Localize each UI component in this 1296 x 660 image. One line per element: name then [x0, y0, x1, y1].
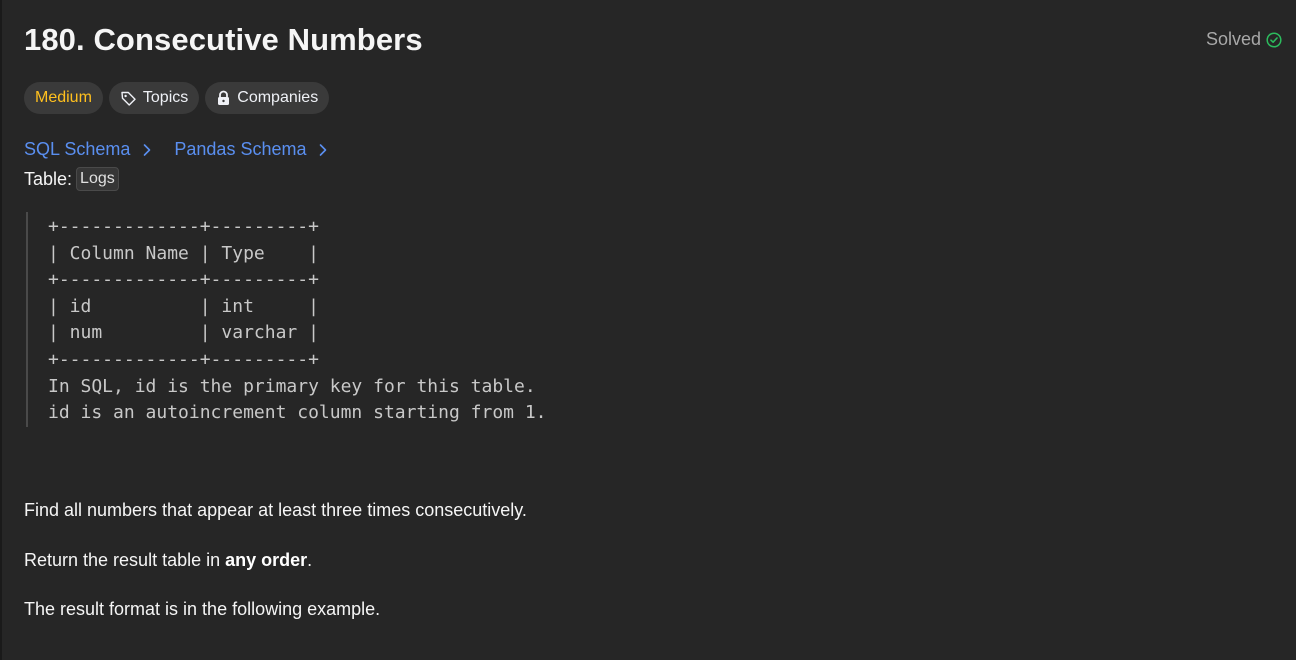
chevron-right-icon [318, 143, 328, 157]
solved-status: Solved [1206, 29, 1282, 50]
table-label: Table: [24, 168, 73, 189]
check-circle-icon [1266, 31, 1282, 48]
table-name-line: Table: Logs [24, 167, 119, 191]
difficulty-badge[interactable]: Medium [24, 82, 103, 114]
difficulty-label: Medium [35, 89, 92, 106]
text-span: . [307, 550, 313, 570]
companies-label: Companies [237, 89, 319, 106]
schema-links: SQL Schema Pandas Schema [24, 139, 328, 160]
pandas-schema-label: Pandas Schema [174, 139, 307, 159]
table-name-code: Logs [76, 167, 119, 191]
topics-label: Topics [142, 89, 189, 106]
description-paragraph: Return the result table in any order. [24, 550, 312, 571]
schema-code-block: +-------------+---------+ | Column Name … [26, 212, 626, 427]
lock-icon [216, 90, 231, 106]
problem-title[interactable]: 180. Consecutive Numbers [24, 22, 423, 58]
solved-label: Solved [1205, 29, 1261, 49]
tag-row: Medium Topics Companies [24, 82, 330, 114]
chevron-right-icon [142, 143, 152, 157]
tag-icon [120, 90, 137, 107]
problem-description-panel: 180. Consecutive Numbers Solved Medium T… [0, 0, 1296, 660]
bold-text: any order [225, 550, 308, 570]
topics-button[interactable]: Topics [108, 82, 200, 114]
text-span: Return the result table in [24, 550, 226, 570]
schema-code-text: +-------------+---------+ | Column Name … [48, 216, 547, 424]
sql-schema-link[interactable]: SQL Schema [24, 139, 152, 160]
pandas-schema-link[interactable]: Pandas Schema [174, 139, 328, 160]
sql-schema-label: SQL Schema [24, 139, 131, 159]
description-paragraph: Find all numbers that appear at least th… [24, 500, 527, 520]
companies-button[interactable]: Companies [205, 82, 330, 114]
description-paragraph: The result format is in the following ex… [24, 599, 381, 619]
